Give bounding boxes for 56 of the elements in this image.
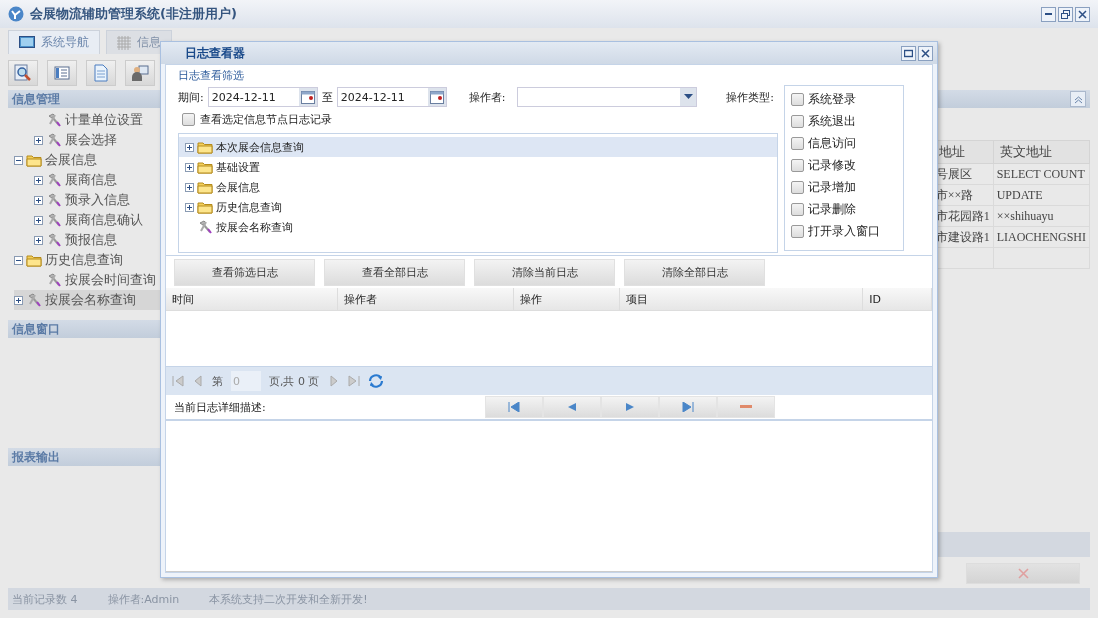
panel-title: 信息管理 [12, 90, 60, 108]
pager-label: 页,共 0 页 [269, 373, 320, 389]
date-field[interactable]: 2024-12-11 [207, 87, 318, 107]
date-field[interactable]: 2024-12-11 [336, 87, 447, 107]
tree-item[interactable]: 预录入信息 [34, 190, 160, 210]
checkbox-label: 查看选定信息节点日志记录 [200, 111, 332, 127]
checkbox-label: 系统退出 [808, 112, 856, 130]
column-header: 英文地址 [993, 140, 1090, 164]
tree-item[interactable]: 展会选择 [34, 130, 160, 150]
tree-item[interactable]: 按展会名称查询 [185, 217, 777, 237]
tree-item[interactable]: 本次展会信息查询 [179, 137, 777, 157]
action-button[interactable]: 清除全部日志 [624, 259, 765, 286]
table-cell: UPDATE [993, 184, 1090, 206]
status-text: 本系统支持二次开发和全新开发! [209, 591, 368, 607]
window-title: 会展物流辅助管理系统(非注册用户) [30, 5, 237, 23]
table-cell: ××shihuayu [993, 205, 1090, 227]
column-header: 操作 [514, 288, 620, 310]
checkbox-label: 系统登录 [808, 90, 856, 108]
tree-item[interactable]: 按展会时间查询 [34, 270, 160, 290]
column-header: ID [863, 288, 932, 310]
tab[interactable]: 系统导航 [8, 30, 100, 54]
tree-item[interactable]: 基础设置 [185, 157, 777, 177]
checkbox-label: 打开录入窗口 [808, 222, 880, 240]
action-button[interactable]: 查看筛选日志 [174, 259, 315, 286]
tree-item[interactable]: 展商信息 [34, 170, 160, 190]
column-header: 项目 [619, 288, 864, 310]
pager-label: 第 [212, 373, 223, 389]
status-text: 当前记录数 4 [12, 591, 78, 607]
dialog-title: 日志查看器 [185, 44, 245, 62]
tree-item[interactable]: 历史信息查询 [14, 250, 160, 270]
panel-title: 信息窗口 [12, 320, 60, 338]
tree-item[interactable]: 会展信息 [185, 177, 777, 197]
field-label: 至 [321, 89, 333, 105]
group-title: 日志查看筛选 [178, 68, 245, 83]
tree-item[interactable]: 历史信息查询 [185, 197, 777, 217]
checkbox-label: 记录修改 [808, 156, 856, 174]
status-text: 操作者:Admin [107, 591, 180, 607]
checkbox-label: 信息访问 [808, 134, 856, 152]
field-label: 期间: [178, 89, 204, 105]
panel-title: 报表输出 [12, 448, 60, 466]
tree-item[interactable]: 计量单位设置 [34, 110, 160, 130]
field-label: 操作类型: [726, 89, 774, 105]
tree-item[interactable]: 展商信息确认 [34, 210, 160, 230]
detail-label: 当前日志详细描述: [174, 399, 266, 415]
checkbox-label: 记录删除 [808, 200, 856, 218]
column-header: 时间 [166, 288, 338, 310]
action-button[interactable]: 清除当前日志 [474, 259, 615, 286]
tree-item[interactable]: 预报信息 [34, 230, 160, 250]
tree-item[interactable]: 会展信息 [14, 150, 160, 170]
field-label: 操作者: [468, 89, 506, 105]
table-cell: SELECT COUNT [993, 163, 1090, 185]
column-header: 操作者 [337, 288, 515, 310]
action-button[interactable]: 查看全部日志 [324, 259, 465, 286]
checkbox-label: 记录增加 [808, 178, 856, 196]
table-cell: LIAOCHENGSHI [993, 226, 1090, 248]
tree-item[interactable]: 按展会名称查询 [14, 290, 160, 310]
